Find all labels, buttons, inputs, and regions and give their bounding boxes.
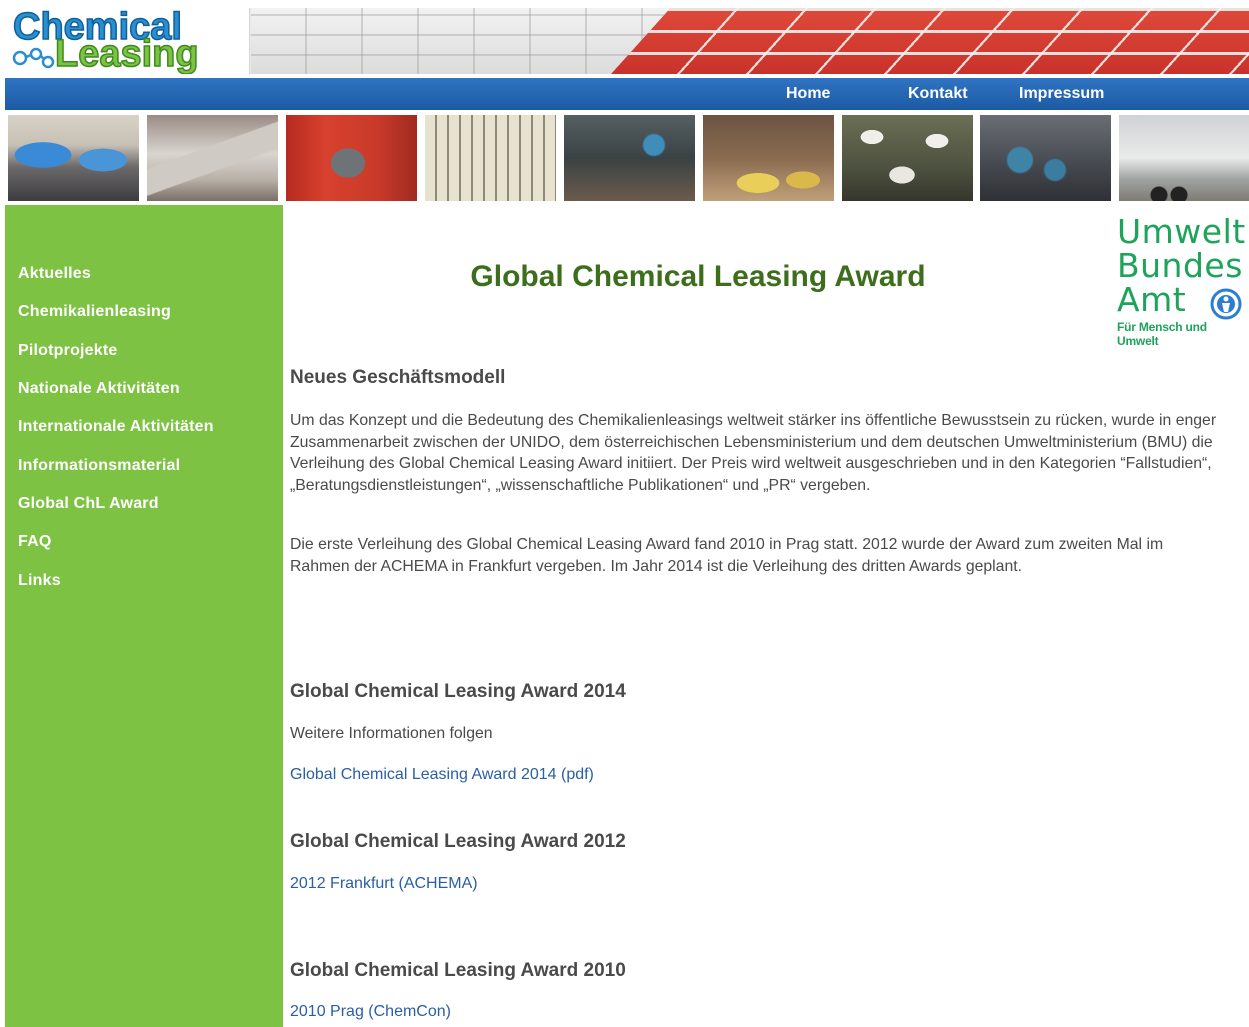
- nav-impressum-link[interactable]: Impressum: [1019, 85, 1104, 103]
- photo-buckets: [842, 115, 973, 201]
- umweltbundesamt-logo[interactable]: Umwelt Bundes Amt Für Mensch und Umwelt: [1117, 212, 1249, 349]
- sidebar-item-nationale-aktivitaeten[interactable]: Nationale Aktivitäten: [18, 380, 180, 398]
- photo-blue-tanks: [8, 115, 139, 201]
- photo-hopper-machine: [147, 115, 278, 201]
- sidebar-item-informationsmaterial[interactable]: Informationsmaterial: [18, 457, 180, 475]
- top-nav-bar: Home Kontakt Impressum: [5, 78, 1249, 110]
- award-2012-heading: Global Chemical Leasing Award 2012: [290, 831, 626, 852]
- photo-red-machine: [286, 115, 417, 201]
- sidebar-item-links[interactable]: Links: [18, 572, 61, 590]
- molecule-icon: [12, 47, 55, 69]
- logo-word-leasing: Leasing: [54, 33, 199, 74]
- sidebar-item-chemikalienleasing[interactable]: Chemikalienleasing: [18, 303, 171, 321]
- left-sidebar: Aktuelles Chemikalienleasing Pilotprojek…: [5, 205, 283, 1027]
- award-2014-heading: Global Chemical Leasing Award 2014: [290, 681, 626, 702]
- photo-strip: [8, 115, 1249, 201]
- sidebar-item-aktuelles[interactable]: Aktuelles: [18, 265, 91, 283]
- header-brick-banner: [251, 8, 1249, 74]
- award-2010-link[interactable]: 2010 Prag (ChemCon): [290, 1003, 451, 1021]
- uba-globe-icon: [1210, 288, 1242, 320]
- photo-workshop: [564, 115, 695, 201]
- red-brick-wall: [611, 8, 1249, 74]
- sidebar-item-global-chl-award[interactable]: Global ChL Award: [18, 495, 159, 513]
- uba-line2: Bundes: [1117, 246, 1243, 285]
- uba-line1: Umwelt: [1117, 212, 1246, 251]
- nav-home-link[interactable]: Home: [786, 85, 830, 103]
- photo-yellow-sacks: [703, 115, 834, 201]
- photo-lab-window: [425, 115, 556, 201]
- page-title: Global Chemical Leasing Award: [470, 260, 926, 293]
- photo-truck: [1119, 115, 1249, 201]
- award-2014-pdf-link[interactable]: Global Chemical Leasing Award 2014 (pdf): [290, 766, 594, 784]
- site-header: Chemical Leasing: [5, 8, 1249, 74]
- intro-heading: Neues Geschäftsmodell: [290, 367, 506, 388]
- nav-kontakt-link[interactable]: Kontakt: [908, 85, 968, 103]
- uba-tagline: Für Mensch und Umwelt: [1117, 320, 1207, 348]
- sidebar-item-faq[interactable]: FAQ: [18, 533, 52, 551]
- chemical-leasing-logo[interactable]: Chemical Leasing: [5, 8, 250, 74]
- award-2010-heading: Global Chemical Leasing Award 2010: [290, 960, 626, 981]
- award-2012-link[interactable]: 2012 Frankfurt (ACHEMA): [290, 875, 478, 893]
- photo-pipes-valves: [980, 115, 1111, 201]
- main-content: Global Chemical Leasing Award Umwelt Bun…: [283, 205, 1249, 1027]
- award-2014-text: Weitere Informationen folgen: [290, 725, 493, 742]
- sidebar-item-pilotprojekte[interactable]: Pilotprojekte: [18, 342, 118, 360]
- sidebar-item-internationale-aktivitaeten[interactable]: Internationale Aktivitäten: [18, 418, 214, 436]
- intro-paragraph-1: Um das Konzept und die Bedeutung des Che…: [290, 412, 1217, 494]
- intro-paragraph-2: Die erste Verleihung des Global Chemical…: [290, 536, 1164, 575]
